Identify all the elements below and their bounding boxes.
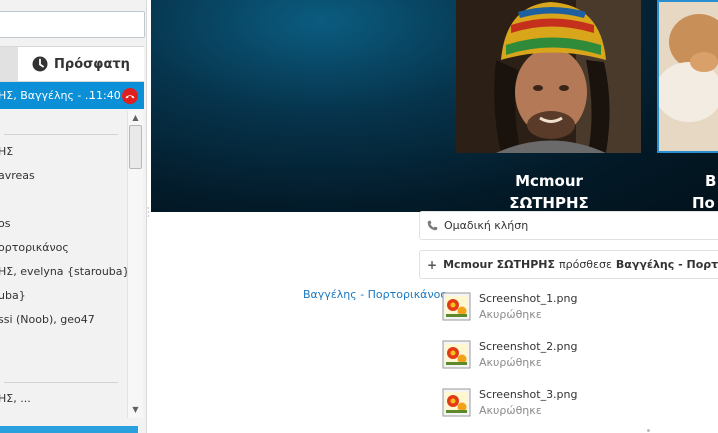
- active-call-time: 11:40: [89, 89, 121, 102]
- participant-name-line2: ΣΩΤΗΡΗΣ: [509, 194, 589, 212]
- list-item[interactable]: uba}: [0, 289, 26, 302]
- sidebar: Πρόσφατη ΗΣ, Βαγγέλης - ... 11:40 ΗΣ avr…: [0, 0, 147, 433]
- plus-icon: +: [427, 257, 438, 272]
- participant-added-event: + Mcmour ΣΩΤΗΡΗΣ πρόσθεσε Βαγγέλης - Πορ…: [419, 250, 718, 279]
- image-file-icon: [442, 340, 471, 369]
- scroll-down-arrow-icon[interactable]: ▼: [131, 405, 140, 414]
- list-item[interactable]: ΗΣ, evelyna {starouba}: [0, 265, 130, 278]
- file-name: Screenshot_1.png: [479, 292, 578, 305]
- participant-name-line1: Mcmour: [515, 172, 583, 190]
- sidebar-bottom-bar: [0, 426, 138, 433]
- added-target: Βαγγέλης - Πορτορικά: [615, 258, 718, 271]
- participant-video-mcmour[interactable]: [456, 0, 641, 153]
- resize-handle[interactable]: · · ·: [147, 205, 150, 221]
- file-name: Screenshot_2.png: [479, 340, 578, 353]
- added-actor: Mcmour ΣΩΤΗΡΗΣ: [443, 258, 555, 271]
- list-item[interactable]: ΗΣ: [0, 145, 13, 158]
- file-status: Ακυρώθηκε: [479, 308, 542, 321]
- sidebar-tabs: Πρόσφατη: [0, 46, 144, 82]
- list-item[interactable]: ssi (Noob), geo47: [0, 313, 95, 326]
- participant-photo: [659, 2, 718, 151]
- search-input[interactable]: [0, 11, 145, 38]
- list-item[interactable]: os: [0, 217, 10, 230]
- active-call-item[interactable]: ΗΣ, Βαγγέλης - ... 11:40: [0, 82, 144, 109]
- active-call-names: ΗΣ, Βαγγέλης - ...: [0, 89, 96, 102]
- image-file-icon: [442, 388, 471, 417]
- participant-video-other[interactable]: [657, 0, 718, 153]
- tab-recent-label: Πρόσφατη: [54, 56, 130, 72]
- scroll-up-arrow-icon[interactable]: ▲: [131, 113, 140, 122]
- divider: [4, 382, 118, 383]
- tab-recent[interactable]: Πρόσφατη: [18, 47, 144, 81]
- file-status: Ακυρώθηκε: [479, 356, 542, 369]
- list-item[interactable]: avreas: [0, 169, 35, 182]
- phone-icon: [427, 220, 438, 231]
- hangup-phone-icon[interactable]: [122, 88, 138, 104]
- scrollbar[interactable]: ▲ ▼: [127, 111, 143, 418]
- participant-photo: [456, 0, 641, 153]
- file-transfer-item[interactable]: Screenshot_1.png Ακυρώθηκε: [442, 292, 642, 326]
- participant-name-line2: Πο: [692, 194, 715, 212]
- image-file-icon: [442, 292, 471, 321]
- message-sender-link[interactable]: Βαγγέλης - Πορτορικάνος: [303, 288, 447, 301]
- decorative-dot: [647, 429, 650, 432]
- video-call-area: Mcmour ΣΩΤΗΡΗΣ B Πο ...: [151, 0, 718, 212]
- file-transfer-item[interactable]: Screenshot_2.png Ακυρώθηκε: [442, 340, 642, 374]
- file-status: Ακυρώθηκε: [479, 404, 542, 417]
- added-verb: πρόσθεσε: [559, 258, 612, 271]
- list-item[interactable]: ορτορικάνος: [0, 241, 69, 254]
- participant-name-line1: B: [705, 172, 717, 190]
- divider: [4, 134, 118, 135]
- list-item[interactable]: ΗΣ, ...: [0, 392, 31, 405]
- tab-contacts[interactable]: [0, 47, 18, 81]
- scrollbar-thumb[interactable]: [129, 125, 142, 169]
- group-call-label: Ομαδική κλήση: [444, 219, 529, 232]
- group-call-event: Ομαδική κλήση: [419, 211, 718, 240]
- file-transfer-item[interactable]: Screenshot_3.png Ακυρώθηκε: [442, 388, 642, 422]
- clock-icon: [32, 56, 48, 72]
- file-name: Screenshot_3.png: [479, 388, 578, 401]
